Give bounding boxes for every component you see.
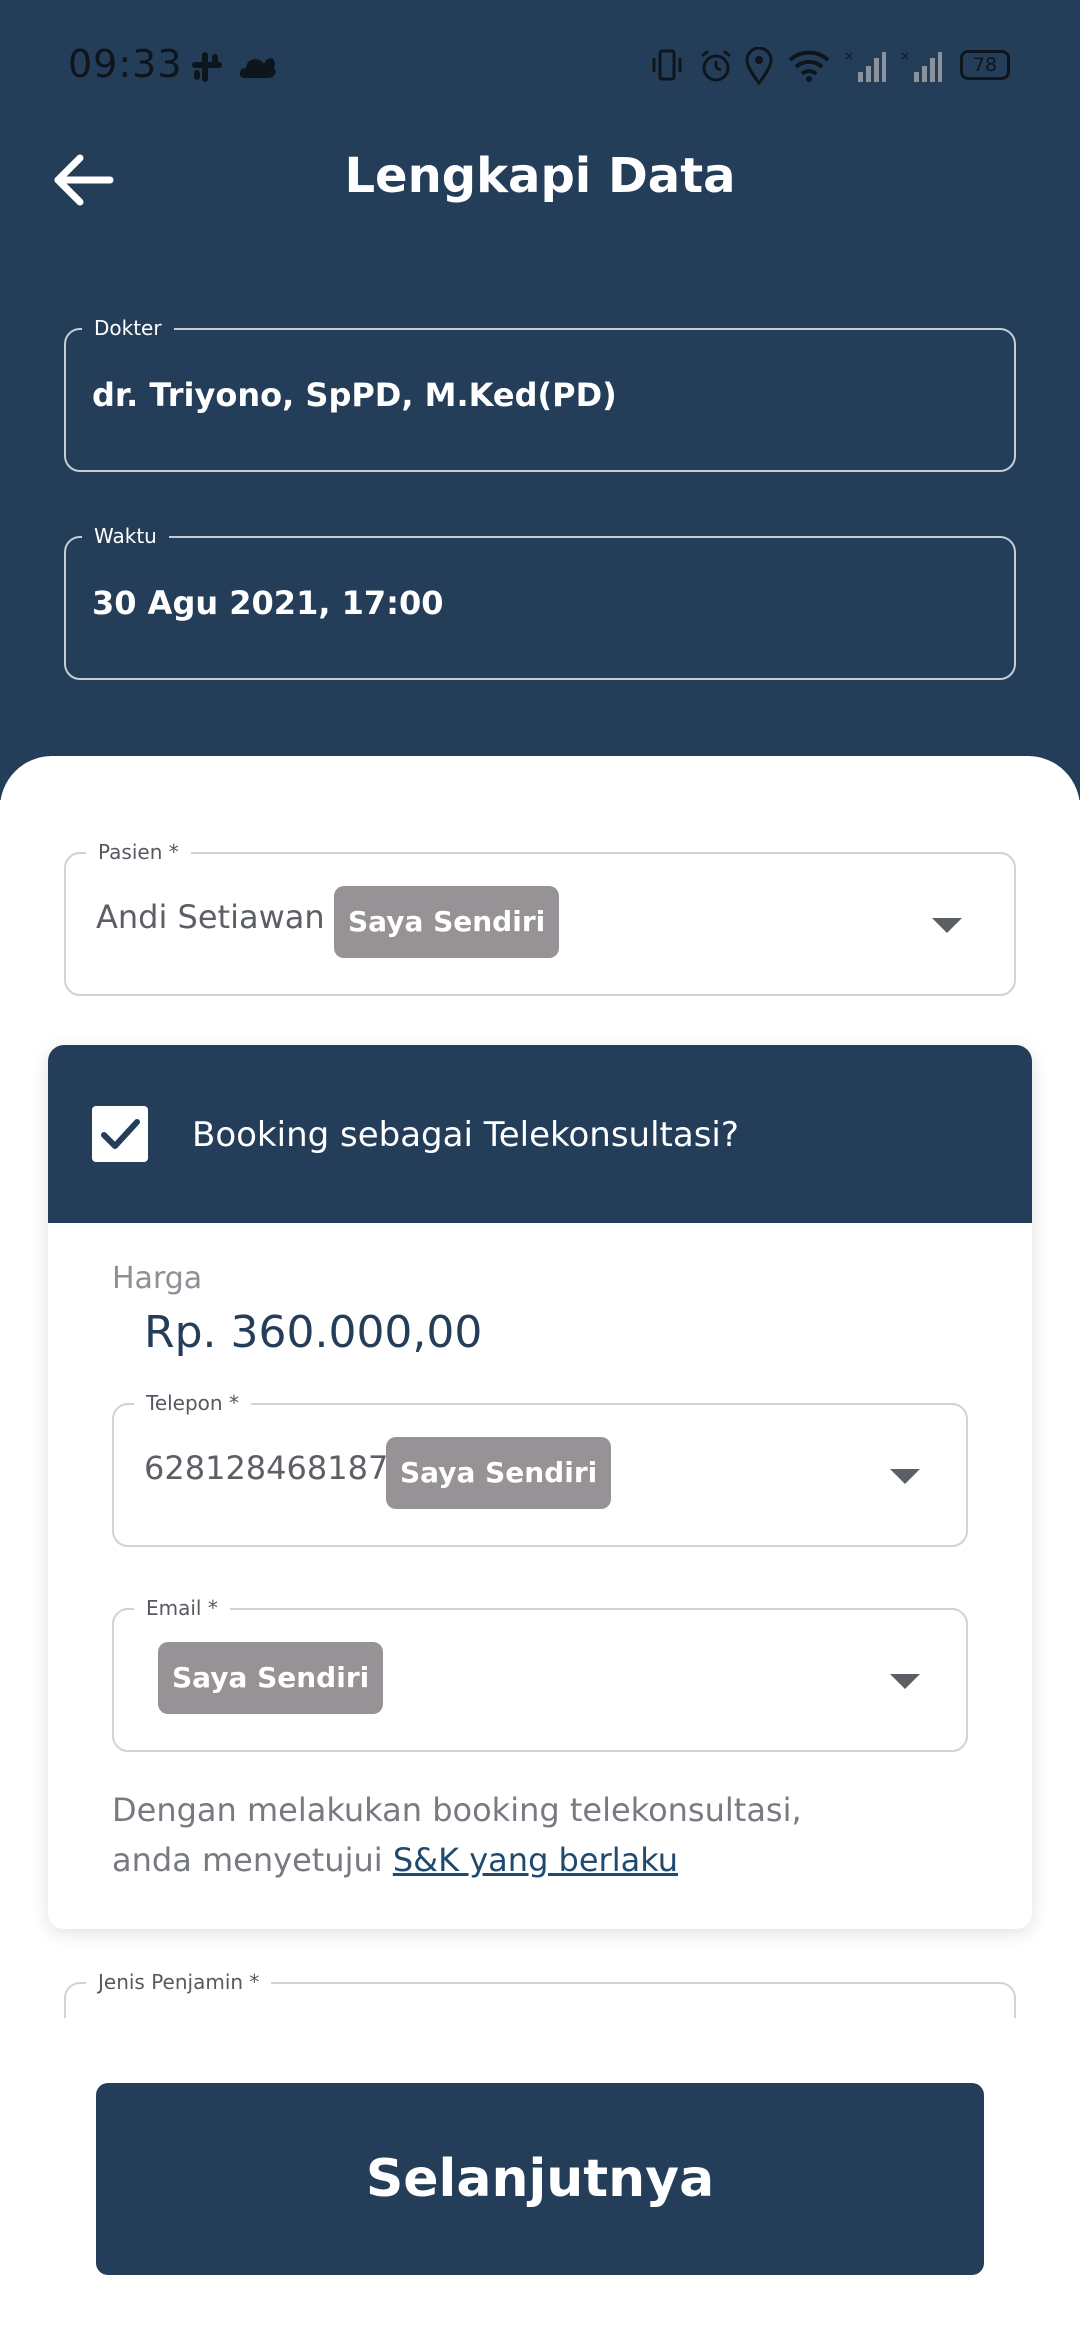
- telekonsultasi-label: Booking sebagai Telekonsultasi?: [192, 1115, 739, 1155]
- svg-text:×: ×: [900, 50, 910, 63]
- time-label: Waktu: [82, 524, 169, 548]
- phone-select[interactable]: Telepon * 6281284681878 Saya Sendiri: [112, 1391, 968, 1547]
- signal-icon: ×: [844, 50, 886, 82]
- time-field: Waktu 30 Agu 2021, 17:00: [64, 524, 1016, 680]
- guarantor-label: Jenis Penjamin *: [86, 1970, 272, 1994]
- doctor-label: Dokter: [82, 316, 174, 340]
- terms-link[interactable]: S&K yang berlaku: [393, 1841, 678, 1879]
- terms-line-2-text: anda menyetujui: [112, 1841, 383, 1879]
- signal-icon: ×: [900, 50, 942, 82]
- phone-self-chip: Saya Sendiri: [386, 1437, 612, 1509]
- checkmark-icon: [101, 1119, 140, 1149]
- phone-value: 6281284681878: [144, 1449, 409, 1487]
- price-value: Rp. 360.000,00: [144, 1307, 483, 1358]
- patient-label: Pasien *: [86, 840, 191, 864]
- terms-line-2: anda menyetujui S&K yang berlaku: [112, 1835, 802, 1885]
- patient-value: Andi Setiawan: [96, 898, 325, 936]
- cloud-icon: [239, 58, 276, 78]
- terms-text: Dengan melakukan booking telekonsultasi,…: [112, 1785, 802, 1885]
- chevron-down-icon: [890, 1674, 920, 1689]
- patient-self-chip: Saya Sendiri: [334, 886, 560, 958]
- email-select[interactable]: Email * Saya Sendiri: [112, 1596, 968, 1752]
- next-button[interactable]: Selanjutnya: [96, 2083, 984, 2275]
- patient-select[interactable]: Pasien * Andi Setiawan Saya Sendiri: [64, 840, 1016, 996]
- phone-label: Telepon *: [134, 1391, 251, 1415]
- email-label: Email *: [134, 1596, 230, 1620]
- email-self-chip: Saya Sendiri: [158, 1642, 384, 1714]
- time-value: 30 Agu 2021, 17:00: [92, 584, 444, 622]
- alarm-icon: [701, 49, 731, 82]
- chevron-down-icon: [890, 1469, 920, 1484]
- guarantor-fade: [0, 2020, 1080, 2080]
- doctor-field: Dokter dr. Triyono, SpPD, M.Ked(PD): [64, 316, 1016, 472]
- price-label: Harga: [112, 1261, 203, 1296]
- location-icon: [745, 47, 773, 85]
- status-time: 09:33: [68, 42, 183, 86]
- telekonsultasi-checkbox[interactable]: [92, 1106, 148, 1162]
- page-title: Lengkapi Data: [344, 148, 736, 204]
- slack-icon: [192, 52, 222, 82]
- battery-indicator: 78: [960, 50, 1010, 80]
- svg-text:×: ×: [844, 50, 854, 63]
- telekonsultasi-card: Booking sebagai Telekonsultasi? Harga Rp…: [48, 1045, 1032, 1929]
- status-bar: 09:33 × × 78: [0, 0, 1080, 130]
- guarantor-select[interactable]: Jenis Penjamin *: [64, 1970, 1016, 2018]
- chevron-down-icon: [932, 918, 962, 933]
- wifi-icon: [788, 50, 830, 82]
- vibrate-icon: [652, 49, 682, 81]
- terms-line-1: Dengan melakukan booking telekonsultasi,: [112, 1791, 802, 1829]
- doctor-value: dr. Triyono, SpPD, M.Ked(PD): [92, 376, 617, 414]
- telekonsultasi-header: Booking sebagai Telekonsultasi?: [48, 1045, 1032, 1223]
